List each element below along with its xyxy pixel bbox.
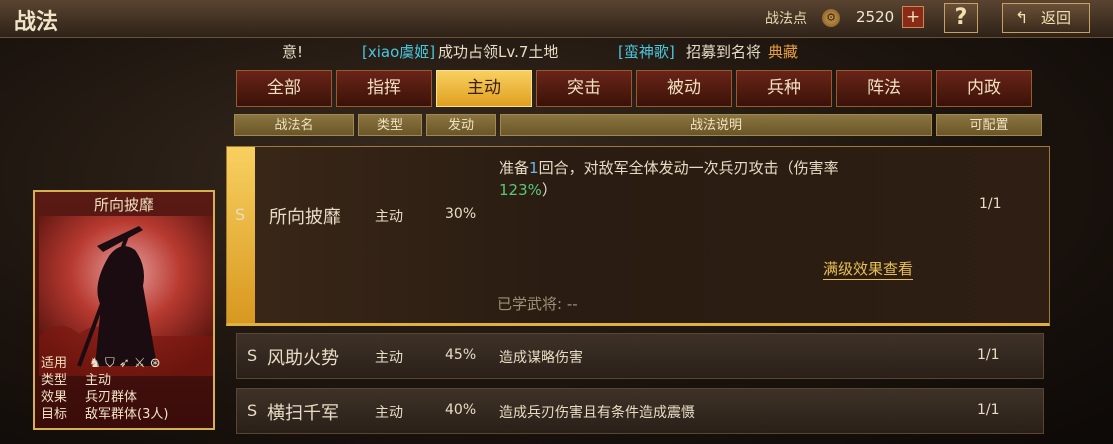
ticker-item: 典藏 <box>768 43 799 61</box>
card-title: 所向披靡 <box>93 196 154 214</box>
tab-all[interactable]: 全部 <box>236 70 332 107</box>
top-bar: 战法 战法点 ⚙ 2520 + ? ↰ 返回 <box>0 0 1113 38</box>
tactic-description: 造成兵刃伤害且有条件造成震慑 <box>499 405 695 421</box>
tactic-row[interactable]: S 风助火势 主动 45% 造成谋略伤害 1/1 <box>236 333 1044 379</box>
tab-passive[interactable]: 被动 <box>636 70 732 107</box>
back-arrow-icon: ↰ <box>1015 8 1029 27</box>
selected-tactic-row[interactable]: S 所向披靡 主动 30% 准备1回合，对敌军全体发动一次兵刃攻击（伤害率 123… <box>226 146 1050 326</box>
tactic-description: 造成谋略伤害 <box>499 350 583 366</box>
selected-indicator <box>227 147 255 323</box>
tactic-points-label: 战法点 <box>765 11 807 27</box>
tactic-rate: 45% <box>445 347 477 363</box>
card-artwork <box>39 216 213 376</box>
ticker-user-1: [xiao虞姬] <box>362 43 436 61</box>
tactic-rate: 40% <box>445 402 477 418</box>
add-points-button[interactable]: + <box>902 6 924 28</box>
column-header-type: 类型 <box>358 114 422 136</box>
back-button-label: 返回 <box>1041 9 1072 27</box>
tab-active[interactable]: 主动 <box>436 70 532 107</box>
page-title: 战法 <box>14 10 59 35</box>
tactic-type: 主动 <box>375 350 403 366</box>
tab-assault[interactable]: 突击 <box>536 70 632 107</box>
ticker-message-2: 招募到名将 <box>686 43 762 61</box>
type-value: 主动 <box>85 373 112 388</box>
tactic-name: 所向披靡 <box>269 207 341 228</box>
tactic-row[interactable]: S 横扫千军 主动 40% 造成兵刃伤害且有条件造成震慑 1/1 <box>236 388 1044 434</box>
ticker-prefix: 意! <box>282 43 304 61</box>
column-header-description: 战法说明 <box>500 114 932 136</box>
spear-icon: ⚔ <box>133 356 146 371</box>
news-ticker: 意! [xiao虞姬] 成功占领Lv.7土地 [蛮神歌] 招募到名将 典藏 <box>0 40 1060 64</box>
tab-internal-affairs[interactable]: 内政 <box>936 70 1032 107</box>
desc-part-a: 准备 <box>499 159 530 177</box>
tactic-type: 主动 <box>375 405 403 421</box>
effect-label: 效果 <box>41 390 68 405</box>
tab-troop-type[interactable]: 兵种 <box>736 70 832 107</box>
effect-value: 兵刃群体 <box>85 390 138 405</box>
tactic-grade: S <box>247 346 258 365</box>
ticker-message-1: 成功占领Lv.7土地 <box>438 43 559 61</box>
desc-part-c: ） <box>541 181 557 199</box>
tactic-config: 1/1 <box>977 347 1000 363</box>
learned-generals: 已学武将: -- <box>497 295 578 313</box>
desc-part-b: 回合，对敌军全体发动一次兵刃攻击（伤害率 <box>538 159 839 177</box>
applies-label: 适用 <box>41 356 68 371</box>
tactic-name: 风助火势 <box>267 348 339 369</box>
back-button[interactable]: ↰ 返回 <box>1002 3 1090 33</box>
tactic-description: 准备1回合，对敌军全体发动一次兵刃攻击（伤害率 123%） <box>499 157 919 201</box>
tactic-name: 横扫千军 <box>267 403 339 424</box>
target-value: 敌军群体(3人) <box>85 407 169 422</box>
cavalry-icon: ♞ <box>89 356 101 371</box>
type-label: 类型 <box>41 373 68 388</box>
shield-icon: ⛉ <box>104 356 115 371</box>
target-label: 目标 <box>41 407 68 422</box>
desc-rounds: 1 <box>529 159 539 177</box>
ticker-user-2: [蛮神歌] <box>618 43 675 61</box>
coin-icon: ⚙ <box>822 9 840 27</box>
column-header-name: 战法名 <box>234 114 354 136</box>
max-level-effect-link[interactable]: 满级效果查看 <box>823 258 914 280</box>
tactic-grade: S <box>235 205 246 224</box>
tactic-type: 主动 <box>375 209 403 225</box>
column-header-configurable: 可配置 <box>936 114 1042 136</box>
card-stats: 适用 ♞ ⛉ ➶ ⚔ ⊛ 类型 主动 效果 兵刃群体 目标 敌军群体(3人) <box>41 355 168 423</box>
bow-icon: ➶ <box>118 356 130 371</box>
tactic-grade: S <box>247 401 258 420</box>
tactic-config: 1/1 <box>979 196 1002 212</box>
tactic-config: 1/1 <box>977 402 1000 418</box>
category-tabs: 全部 指挥 主动 突击 被动 兵种 阵法 内政 <box>236 70 1036 108</box>
tab-formation[interactable]: 阵法 <box>836 70 932 107</box>
tactic-card: 所向披靡 适用 ♞ ⛉ ➶ ⚔ ⊛ 类型 主动 效果 兵刃群体 目标 敌军群体(3人) <box>33 190 215 430</box>
desc-damage-rate: 123% <box>499 181 542 199</box>
tactic-points-value: 2520 <box>856 8 895 26</box>
chariot-icon: ⊛ <box>149 356 161 371</box>
unit-type-icons: ♞ ⛉ ➶ ⚔ ⊛ <box>85 356 161 371</box>
tactic-rate: 30% <box>445 206 477 222</box>
tab-command[interactable]: 指挥 <box>336 70 432 107</box>
column-header-trigger: 发动 <box>426 114 496 136</box>
help-button[interactable]: ? <box>944 3 978 33</box>
